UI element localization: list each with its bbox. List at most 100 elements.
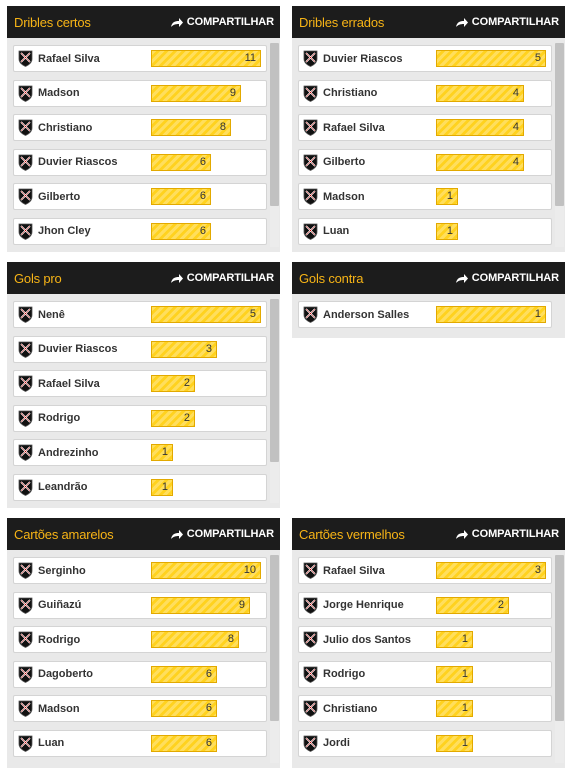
share-arrow-icon	[170, 17, 183, 27]
vasco-crest-icon	[18, 306, 33, 323]
stat-value: 1	[161, 480, 168, 493]
player-row[interactable]: Julio dos Santos 1	[298, 626, 552, 653]
vasco-crest-icon	[18, 562, 33, 579]
vasco-crest-icon	[18, 188, 33, 205]
stat-value: 6	[205, 702, 212, 714]
stat-value: 3	[534, 564, 541, 576]
stat-bar: 8	[151, 119, 231, 136]
player-row[interactable]: Dagoberto 6	[13, 660, 267, 688]
panel-header: Gols pro COMPARTILHAR	[7, 262, 280, 294]
scrollbar-thumb[interactable]	[555, 555, 564, 721]
share-label: COMPARTILHAR	[471, 16, 559, 28]
scrollbar-thumb[interactable]	[555, 43, 564, 206]
panel-title: Gols pro	[14, 270, 62, 286]
panel-title: Cartões amarelos	[14, 526, 114, 542]
panel-header: Dribles errados COMPARTILHAR	[292, 6, 565, 38]
stat-bar: 4	[436, 119, 524, 136]
player-row[interactable]: Christiano 4	[298, 79, 552, 107]
stat-bar: 9	[151, 84, 241, 102]
player-name: Jordi	[323, 737, 350, 749]
vasco-crest-icon	[18, 666, 33, 683]
share-button[interactable]: COMPARTILHAR	[455, 528, 559, 540]
stat-bar: 1	[436, 222, 458, 240]
share-label: COMPARTILHAR	[471, 528, 559, 540]
scrollbar-thumb[interactable]	[270, 43, 279, 206]
vasco-crest-icon	[18, 410, 33, 427]
stats-panel: Dribles errados COMPARTILHAR Duvier Riasco…	[292, 6, 565, 252]
player-row[interactable]: Duvier Riascos 5	[298, 45, 552, 72]
player-name: Julio dos Santos	[323, 633, 412, 646]
player-row[interactable]: Rafael Silva 2	[13, 370, 267, 397]
player-row[interactable]: Rodrigo 8	[13, 626, 267, 653]
player-row[interactable]: Anderson Salles 1	[298, 301, 552, 328]
player-row[interactable]: Madson 1	[298, 183, 552, 210]
player-row[interactable]: Gilberto 6	[13, 183, 267, 210]
ranking-list: Duvier Riascos 5 Christiano 4 Rafael Silva 4 G…	[292, 38, 565, 247]
player-row[interactable]: Luan 6	[13, 729, 267, 757]
player-row[interactable]: Christiano 1	[298, 695, 552, 722]
share-button[interactable]: COMPARTILHAR	[455, 16, 559, 28]
stat-bar: 2	[436, 596, 509, 614]
stat-value: 2	[183, 377, 190, 389]
stat-bar: 9	[151, 596, 250, 614]
player-name: Andrezinho	[38, 446, 99, 459]
player-row[interactable]: Rodrigo 1	[298, 660, 552, 688]
scrollbar-thumb[interactable]	[270, 555, 279, 721]
vasco-crest-icon	[303, 85, 318, 102]
vasco-crest-icon	[18, 479, 33, 496]
scrollbar-thumb[interactable]	[270, 299, 279, 462]
player-row[interactable]: Rafael Silva 4	[298, 114, 552, 141]
share-arrow-icon	[455, 529, 468, 539]
stat-value: 6	[205, 736, 212, 749]
player-row[interactable]: Rodrigo 2	[13, 404, 267, 432]
stat-bar: 1	[151, 444, 173, 461]
player-row[interactable]: Gilberto 4	[298, 148, 552, 176]
player-row[interactable]: Andrezinho 1	[13, 439, 267, 466]
stats-panel: Cartões vermelhos COMPARTILHAR Rafael Silv…	[292, 518, 565, 768]
player-row[interactable]: Leandrão 1	[13, 473, 267, 501]
share-button[interactable]: COMPARTILHAR	[170, 272, 274, 284]
player-row[interactable]: Serginho 10	[13, 557, 267, 584]
vasco-crest-icon	[18, 223, 33, 240]
stat-bar: 1	[436, 631, 473, 648]
player-name: Leandrão	[38, 481, 88, 493]
player-row[interactable]: Duvier Riascos 6	[13, 148, 267, 176]
panel-header: Dribles certos COMPARTILHAR	[7, 6, 280, 38]
vasco-crest-icon	[18, 375, 33, 392]
panel-header: Cartões vermelhos COMPARTILHAR	[292, 518, 565, 550]
share-button[interactable]: COMPARTILHAR	[170, 528, 274, 540]
player-row[interactable]: Jorge Henrique 2	[298, 591, 552, 619]
stat-bar: 6	[151, 700, 217, 717]
player-name: Guiñazú	[38, 599, 82, 611]
share-button[interactable]: COMPARTILHAR	[170, 16, 274, 28]
stat-value: 5	[534, 52, 541, 64]
stat-value: 6	[199, 155, 206, 168]
share-button[interactable]: COMPARTILHAR	[455, 272, 559, 284]
stat-bar: 1	[151, 478, 173, 496]
stat-bar: 1	[436, 734, 473, 752]
player-row[interactable]: Rafael Silva 11	[13, 45, 267, 72]
stat-value: 6	[199, 224, 206, 237]
vasco-crest-icon	[303, 306, 318, 323]
player-row[interactable]: Madson 9	[13, 79, 267, 107]
ranking-list: Rafael Silva 11 Madson 9 Christiano 8 Duvier R…	[7, 38, 280, 247]
stat-value: 9	[238, 598, 245, 611]
player-name: Gilberto	[38, 190, 81, 203]
stat-bar: 6	[151, 734, 217, 752]
player-row[interactable]: Jordi 1	[298, 729, 552, 757]
share-arrow-icon	[170, 529, 183, 539]
player-row[interactable]: Guiñazú 9	[13, 591, 267, 619]
player-name: Anderson Salles	[323, 308, 410, 321]
player-row[interactable]: Nenê 5	[13, 301, 267, 328]
player-row[interactable]: Rafael Silva 3	[298, 557, 552, 584]
stat-bar: 5	[151, 306, 261, 323]
player-row[interactable]: Jhon Cley 6	[13, 217, 267, 245]
player-row[interactable]: Madson 6	[13, 695, 267, 722]
share-arrow-icon	[455, 17, 468, 27]
player-name: Rafael Silva	[323, 121, 385, 134]
ranking-list: Anderson Salles 1	[292, 294, 565, 328]
player-row[interactable]: Christiano 8	[13, 114, 267, 141]
vasco-crest-icon	[18, 735, 33, 752]
player-row[interactable]: Luan 1	[298, 217, 552, 245]
player-row[interactable]: Duvier Riascos 3	[13, 335, 267, 363]
